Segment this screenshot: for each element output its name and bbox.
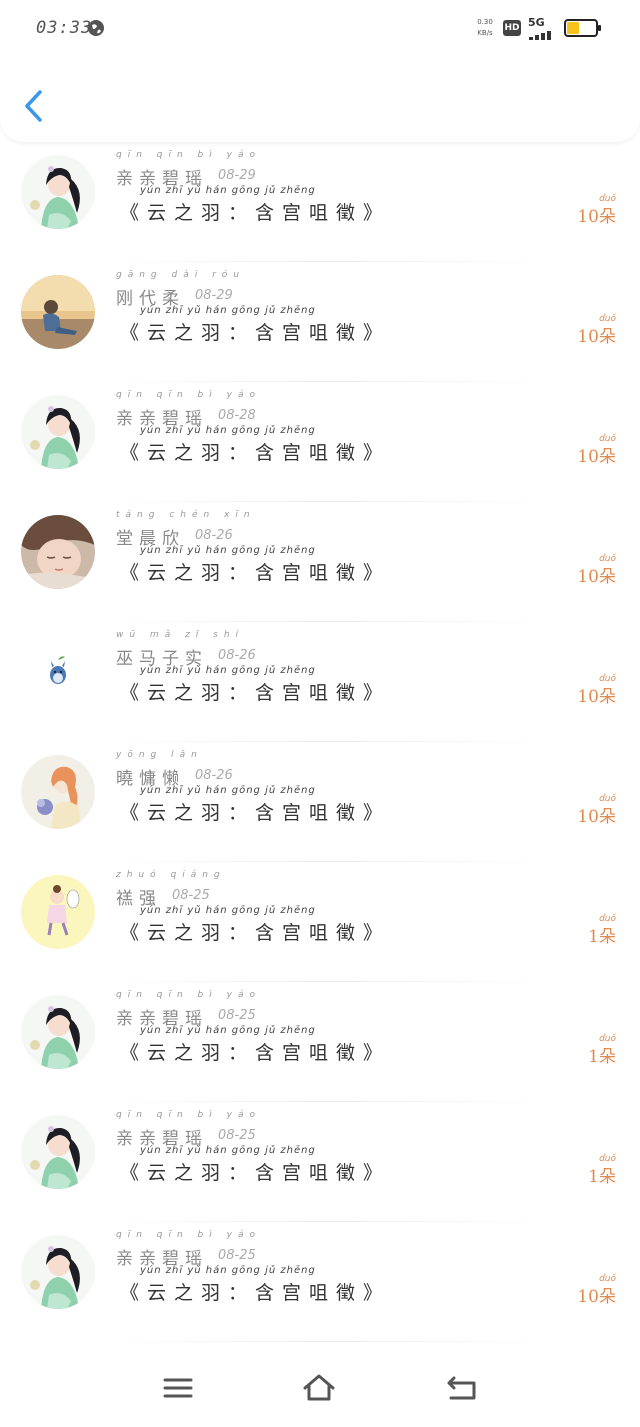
user-name-pinyin: yōng lǎn xyxy=(116,750,203,760)
list-item[interactable]: yōng lǎn 曉慵懒 08-26 yún zhī yǔ hán gōng jǔ z… xyxy=(0,742,640,862)
menu-icon[interactable] xyxy=(161,1371,195,1405)
list-item[interactable]: zhuó qiáng 禚强 08-25 yún zhī yǔ hán gōng jǔ … xyxy=(0,862,640,982)
globe-icon xyxy=(88,20,104,36)
drama-title-pinyin: yún zhī yǔ hán gōng jǔ zhēng xyxy=(140,185,316,196)
gift-date: 08-28 xyxy=(218,408,256,423)
avatar-image xyxy=(21,755,95,829)
drama-title: 《云之羽：含宫咀徵》 xyxy=(120,802,391,824)
drama-title-pinyin: yún zhī yǔ hán gōng jǔ zhēng xyxy=(140,785,316,796)
gift-date: 08-26 xyxy=(218,648,256,663)
drama-title: 《云之羽：含宫咀徵》 xyxy=(120,1162,391,1184)
status-bar: 03:33 0.30 KB/s HD 5G xyxy=(0,0,640,60)
gift-count: 1朵 xyxy=(588,1047,616,1067)
avatar[interactable] xyxy=(21,995,95,1069)
gift-count: 10朵 xyxy=(577,327,616,347)
avatar-image xyxy=(21,1235,95,1309)
drama-title-pinyin: yún zhī yǔ hán gōng jǔ zhēng xyxy=(140,425,316,436)
avatar[interactable] xyxy=(21,1235,95,1309)
network-speed-unit: KB/s xyxy=(477,29,493,37)
list-item[interactable]: táng chén xīn 堂晨欣 08-26 yún zhī yǔ hán gōng… xyxy=(0,502,640,622)
list-item[interactable]: wū mǎ zǐ shí 巫马子实 08-26 yún zhī yǔ hán gōng… xyxy=(0,622,640,742)
avatar-image xyxy=(21,635,95,709)
avatar-image xyxy=(21,995,95,1069)
avatar-image xyxy=(21,155,95,229)
drama-title: 《云之羽：含宫咀徵》 xyxy=(120,1042,391,1064)
gift-date: 08-29 xyxy=(218,168,256,183)
list-item[interactable]: qīn qīn bì yáo 亲亲碧瑶 08-28 yún zhī yǔ hán gō… xyxy=(0,382,640,502)
return-icon[interactable] xyxy=(445,1371,479,1405)
drama-title-pinyin: yún zhī yǔ hán gōng jǔ zhēng xyxy=(140,905,316,916)
gift-count: 10朵 xyxy=(577,447,616,467)
gift-record-list: qīn qīn bì yáo 亲亲碧瑶 08-29 yún zhī yǔ hán gō… xyxy=(0,142,640,1357)
drama-title: 《云之羽：含宫咀徵》 xyxy=(120,322,391,344)
avatar-image xyxy=(21,395,95,469)
user-name-pinyin: táng chén xīn xyxy=(116,510,256,520)
user-name-pinyin: wū mǎ zǐ shí xyxy=(116,630,245,640)
hd-badge: HD xyxy=(503,20,521,36)
network-speed: 0.30 KB/s xyxy=(474,17,496,39)
avatar-image xyxy=(21,1115,95,1189)
avatar[interactable] xyxy=(21,515,95,589)
status-time: 03:33 xyxy=(36,18,93,38)
list-item[interactable]: qīn qīn bì yáo 亲亲碧瑶 08-25 yún zhī yǔ hán gō… xyxy=(0,1102,640,1222)
drama-title-pinyin: yún zhī yǔ hán gōng jǔ zhēng xyxy=(140,665,316,676)
chevron-left-icon[interactable] xyxy=(20,88,50,124)
gift-count: 10朵 xyxy=(577,567,616,587)
avatar-image xyxy=(21,275,95,349)
gift-count: 1朵 xyxy=(588,1167,616,1187)
drama-title-pinyin: yún zhī yǔ hán gōng jǔ zhēng xyxy=(140,305,316,316)
list-item[interactable]: qīn qīn bì yáo 亲亲碧瑶 08-25 yún zhī yǔ hán gō… xyxy=(0,1222,640,1342)
user-name-pinyin: zhuó qiáng xyxy=(116,870,226,880)
gift-count: 10朵 xyxy=(577,1287,616,1307)
drama-title: 《云之羽：含宫咀徵》 xyxy=(120,922,391,944)
row-divider xyxy=(110,1341,550,1342)
drama-title-pinyin: yún zhī yǔ hán gōng jǔ zhēng xyxy=(140,1145,316,1156)
gift-date: 08-26 xyxy=(195,528,233,543)
drama-title: 《云之羽：含宫咀徵》 xyxy=(120,442,391,464)
gift-count: 10朵 xyxy=(577,687,616,707)
gift-date: 08-26 xyxy=(195,768,233,783)
user-name-pinyin: qīn qīn bì yáo xyxy=(116,1230,261,1240)
user-name-pinyin: qīn qīn bì yáo xyxy=(116,990,261,1000)
user-name-pinyin: qīn qīn bì yáo xyxy=(116,390,261,400)
gift-date: 08-29 xyxy=(195,288,233,303)
gift-count: 10朵 xyxy=(577,807,616,827)
avatar[interactable] xyxy=(21,395,95,469)
user-name-pinyin: qīn qīn bì yáo xyxy=(116,150,261,160)
drama-title: 《云之羽：含宫咀徵》 xyxy=(120,682,391,704)
drama-title: 《云之羽：含宫咀徵》 xyxy=(120,1282,391,1304)
list-item[interactable]: qīn qīn bì yáo 亲亲碧瑶 08-25 yún zhī yǔ hán gō… xyxy=(0,982,640,1102)
avatar-image xyxy=(21,515,95,589)
gift-date: 08-25 xyxy=(218,1248,256,1263)
gift-count: 1朵 xyxy=(588,927,616,947)
network-speed-value: 0.30 xyxy=(477,18,493,26)
gift-count: 10朵 xyxy=(577,207,616,227)
drama-title-pinyin: yún zhī yǔ hán gōng jǔ zhēng xyxy=(140,1265,316,1276)
avatar[interactable] xyxy=(21,635,95,709)
avatar[interactable] xyxy=(21,1115,95,1189)
avatar[interactable] xyxy=(21,155,95,229)
list-item[interactable]: gāng dài róu 刚代柔 08-29 yún zhī yǔ hán gōng … xyxy=(0,262,640,382)
network-type: 5G xyxy=(528,16,545,29)
avatar[interactable] xyxy=(21,275,95,349)
avatar[interactable] xyxy=(21,755,95,829)
avatar[interactable] xyxy=(21,875,95,949)
signal-icon xyxy=(529,30,555,40)
gift-date: 08-25 xyxy=(218,1128,256,1143)
drama-title-pinyin: yún zhī yǔ hán gōng jǔ zhēng xyxy=(140,1025,316,1036)
gift-date: 08-25 xyxy=(218,1008,256,1023)
home-icon[interactable] xyxy=(302,1371,336,1405)
avatar-image xyxy=(21,875,95,949)
user-name-pinyin: qīn qīn bì yáo xyxy=(116,1110,261,1120)
list-item[interactable]: qīn qīn bì yáo 亲亲碧瑶 08-29 yún zhī yǔ hán gō… xyxy=(0,142,640,262)
gift-date: 08-25 xyxy=(172,888,210,903)
battery-icon xyxy=(564,19,601,37)
drama-title: 《云之羽：含宫咀徵》 xyxy=(120,202,391,224)
drama-title: 《云之羽：含宫咀徵》 xyxy=(120,562,391,584)
drama-title-pinyin: yún zhī yǔ hán gōng jǔ zhēng xyxy=(140,545,316,556)
navigation-bar xyxy=(0,1357,640,1427)
user-name-pinyin: gāng dài róu xyxy=(116,270,246,280)
